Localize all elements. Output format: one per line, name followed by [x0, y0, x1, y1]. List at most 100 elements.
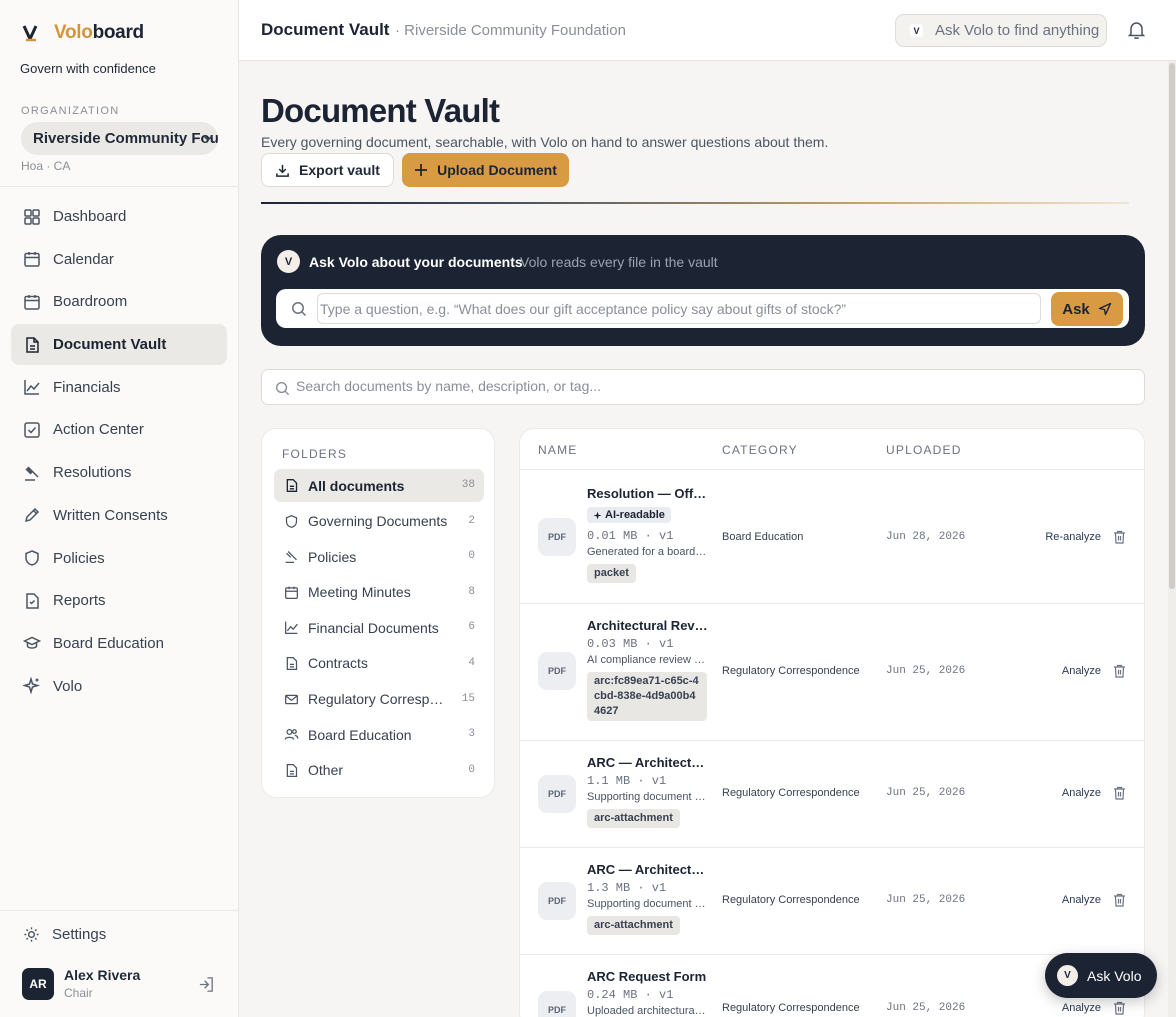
sidebar-item-financials[interactable]: Financials [11, 367, 227, 408]
table-row[interactable]: PDF ARC — Architectural Attachment 1.3 M… [520, 848, 1144, 955]
top-bar: Document Vault · Riverside Community Fou… [239, 0, 1176, 61]
sidebar-item-volo[interactable]: Volo [11, 666, 227, 707]
sidebar-divider [0, 186, 238, 187]
chart-icon [24, 380, 40, 395]
folder-count: 15 [461, 692, 475, 705]
ask-volo-floating-button[interactable]: V Ask Volo [1045, 953, 1157, 998]
user-role: Chair [64, 986, 93, 1000]
ai-readable-label: AI-readable [605, 509, 665, 521]
shield-icon [25, 550, 39, 566]
sidebar-item-policies[interactable]: Policies [11, 538, 227, 579]
global-search-button[interactable]: V Ask Volo to find anything [895, 14, 1107, 47]
sidebar-item-label: Board Education [53, 634, 164, 652]
brand-logo[interactable]: Voloboard [22, 22, 144, 44]
sidebar-item-calendar[interactable]: Calendar [11, 239, 227, 280]
sidebar: Voloboard Govern with confidence ORGANIZ… [0, 0, 239, 1017]
document-tag[interactable]: arc-attachment [587, 916, 680, 935]
document-description: Uploaded architectural request [587, 1005, 708, 1017]
document-tag[interactable]: arc:fc89ea71-c65c-4cbd-838e-4d9a00b44627 [587, 672, 707, 721]
trash-icon[interactable] [1113, 1001, 1126, 1015]
document-meta: 0.24 MB · v1 [587, 988, 674, 1002]
sidebar-item-reports[interactable]: Reports [11, 580, 227, 621]
table-row[interactable]: PDF Architectural Review Submission 0.03… [520, 604, 1144, 741]
folder-meeting-minutes[interactable]: Meeting Minutes 8 [274, 576, 484, 609]
trash-icon[interactable] [1113, 530, 1126, 544]
folder-regulatory-correspondence[interactable]: Regulatory Correspondence 15 [274, 683, 484, 716]
sidebar-item-label: Policies [53, 549, 105, 567]
user-profile[interactable]: AR Alex Rivera Chair [22, 967, 140, 1000]
trash-icon[interactable] [1113, 664, 1126, 678]
folder-board-education[interactable]: Board Education 3 [274, 718, 484, 751]
search-icon [275, 381, 290, 396]
pdf-file-icon: PDF [538, 652, 576, 690]
upload-document-button[interactable]: Upload Document [402, 153, 569, 187]
column-header-uploaded[interactable]: UPLOADED [886, 443, 962, 457]
column-header-category[interactable]: CATEGORY [722, 443, 798, 457]
folder-other[interactable]: Other 0 [274, 754, 484, 787]
sidebar-item-label: Dashboard [53, 208, 127, 225]
document-tag[interactable]: packet [587, 563, 636, 583]
folder-count: 6 [468, 621, 475, 634]
document-tag[interactable]: arc-attachment [587, 809, 680, 828]
send-icon [1098, 302, 1111, 316]
folder-count: 2 [468, 514, 475, 527]
document-date: Jun 25, 2026 [886, 665, 966, 677]
bell-icon[interactable] [1127, 20, 1146, 40]
sidebar-item-resolutions[interactable]: Resolutions [11, 452, 227, 493]
document-name[interactable]: Resolution — Officer Appointments [587, 486, 708, 501]
logout-icon[interactable] [198, 976, 215, 993]
folder-policies[interactable]: Policies 0 [274, 540, 484, 573]
page-subtitle: Every governing document, searchable, wi… [261, 134, 829, 150]
document-name[interactable]: ARC Request Form [587, 969, 708, 984]
table-row[interactable]: PDF Resolution — Officer Appointments AI… [520, 470, 1144, 604]
organization-select[interactable]: Riverside Community Foundation [21, 122, 218, 155]
sidebar-item-label: Calendar [53, 250, 114, 268]
document-icon [26, 336, 39, 353]
folder-name: Contracts [308, 655, 368, 672]
folder-contracts[interactable]: Contracts 4 [274, 647, 484, 680]
sidebar-item-dashboard[interactable]: Dashboard [11, 196, 227, 237]
table-row[interactable]: PDF ARC — Architectural Attachment 1.1 M… [520, 741, 1144, 848]
export-vault-button[interactable]: Export vault [261, 153, 394, 187]
analyze-button[interactable]: Analyze [1062, 665, 1101, 677]
pdf-file-icon: PDF [538, 882, 576, 920]
document-name[interactable]: Architectural Review Submission [587, 618, 708, 633]
document-name[interactable]: ARC — Architectural Attachment [587, 755, 708, 770]
ask-volo-box: Ask [276, 289, 1129, 328]
sidebar-item-label: Written Consents [53, 506, 168, 524]
folder-all-documents[interactable]: All documents 38 [274, 469, 484, 502]
document-category: Regulatory Correspondence [722, 787, 860, 799]
analyze-button[interactable]: Analyze [1062, 894, 1101, 906]
chevron-down-icon [203, 135, 213, 142]
sidebar-item-document-vault[interactable]: Document Vault [11, 324, 227, 366]
settings-link[interactable]: Settings [23, 926, 106, 943]
document-icon [286, 657, 298, 670]
trash-icon[interactable] [1113, 893, 1126, 907]
document-date: Jun 25, 2026 [886, 1002, 966, 1014]
analyze-button[interactable]: Analyze [1062, 1002, 1101, 1014]
document-search-input[interactable] [296, 378, 1116, 394]
organization-name: Riverside Community Foundation [33, 130, 218, 147]
trash-icon[interactable] [1113, 786, 1126, 800]
document-name[interactable]: ARC — Architectural Attachment [587, 862, 708, 877]
reanalyze-button[interactable]: Re-analyze [1045, 531, 1101, 543]
sparkle-icon [23, 677, 41, 695]
sidebar-item-boardroom[interactable]: Boardroom [11, 281, 227, 322]
ask-volo-input[interactable] [317, 293, 1041, 324]
page-scrollbar-thumb[interactable] [1169, 63, 1175, 589]
column-header-name[interactable]: NAME [538, 443, 577, 457]
document-info: ARC — Architectural Attachment 1.1 MB · … [587, 755, 708, 828]
folder-governing-documents[interactable]: Governing Documents 2 [274, 505, 484, 538]
accent-divider [261, 202, 1129, 204]
analyze-button[interactable]: Analyze [1062, 787, 1101, 799]
sidebar-item-board-education[interactable]: Board Education [11, 623, 227, 664]
sidebar-item-written-consents[interactable]: Written Consents [11, 495, 227, 536]
document-meta: 0.03 MB · v1 [587, 637, 674, 651]
brand-tagline: Govern with confidence [20, 61, 156, 76]
folder-name: Governing Documents [308, 513, 448, 530]
folder-list: All documents 38 Governing Documents 2 P… [274, 469, 484, 789]
folder-financial-documents[interactable]: Financial Documents 6 [274, 611, 484, 644]
ask-button[interactable]: Ask [1051, 292, 1123, 326]
document-description: Generated for a board packet [587, 545, 708, 558]
sidebar-item-action-center[interactable]: Action Center [11, 409, 227, 450]
